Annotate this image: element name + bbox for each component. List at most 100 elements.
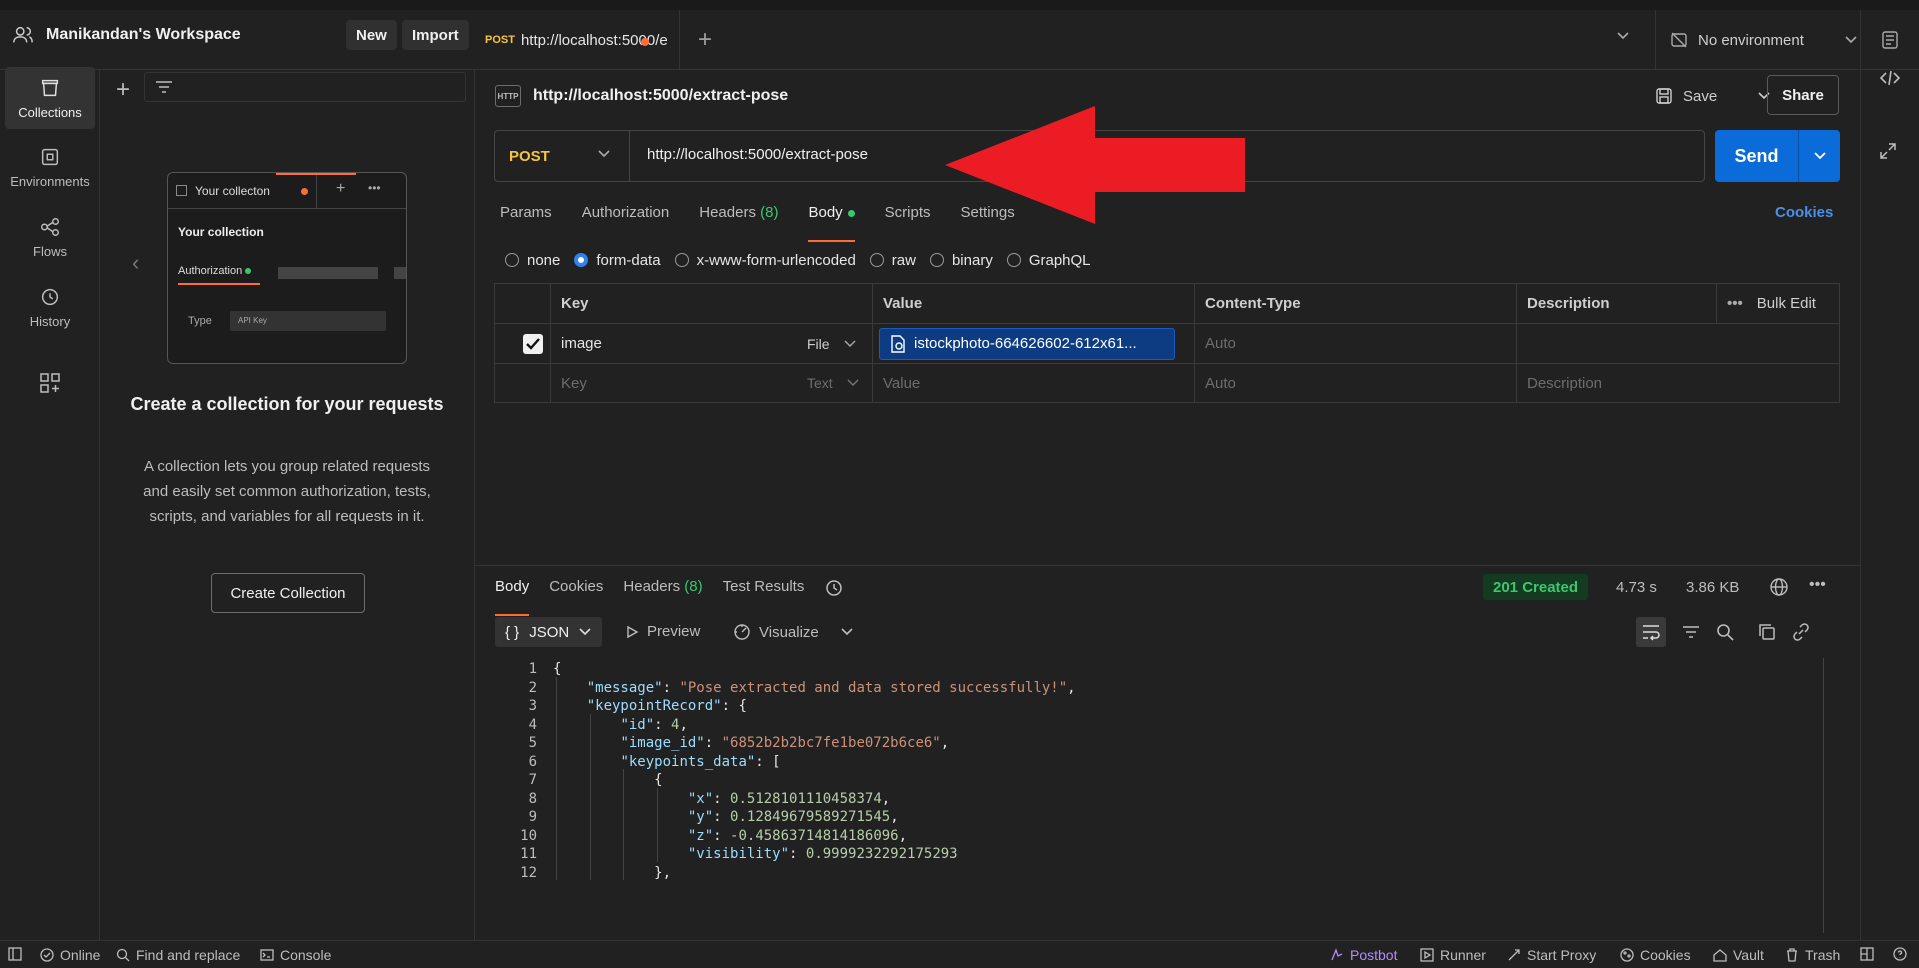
toggle-sidebar-icon[interactable] — [8, 947, 22, 961]
tab-body[interactable]: Body — [808, 204, 855, 242]
file-chip[interactable]: istockphoto-664626602-612x61... — [879, 327, 1175, 360]
radio-label: GraphQL — [1028, 251, 1091, 269]
response-format-select[interactable]: { } JSON — [495, 617, 602, 647]
trash-button[interactable]: Trash — [1785, 947, 1840, 963]
console-button[interactable]: Console — [260, 947, 331, 963]
illustration-tab-label: Your collecton — [195, 184, 270, 198]
radio-form-data[interactable]: form-data — [574, 252, 661, 269]
response-size[interactable]: 3.86 KB — [1686, 579, 1739, 596]
cookies-button[interactable]: Cookies — [1620, 947, 1691, 963]
new-tab-plus-icon[interactable]: + — [698, 26, 712, 54]
globe-icon[interactable] — [1769, 577, 1789, 602]
save-button[interactable]: Save — [1655, 80, 1771, 112]
chevron-left-icon[interactable]: ‹ — [132, 250, 139, 276]
radio-urlencoded[interactable]: x-www-form-urlencoded — [674, 252, 856, 269]
new-type-select[interactable]: Text — [797, 364, 873, 402]
tab-scripts[interactable]: Scripts — [885, 204, 931, 234]
help-icon[interactable] — [1893, 947, 1907, 961]
collection-search-input[interactable] — [144, 72, 466, 102]
configure-sidebar-icon[interactable] — [39, 372, 61, 399]
cookie-icon — [1620, 948, 1634, 962]
response-tab-cookies[interactable]: Cookies — [549, 578, 603, 608]
new-description-input[interactable]: Description — [1517, 364, 1839, 402]
code-punct: , — [898, 827, 908, 844]
radio-graphql[interactable]: GraphQL — [1006, 251, 1091, 269]
vault-button[interactable]: Vault — [1713, 947, 1764, 963]
online-status[interactable]: Online — [40, 947, 100, 963]
radio-binary[interactable]: binary — [929, 252, 993, 269]
link-icon[interactable] — [1786, 617, 1816, 647]
code-scrollbar[interactable] — [1823, 658, 1824, 933]
response-tab-body[interactable]: Body — [495, 578, 530, 616]
create-collection-button[interactable]: Create Collection — [211, 573, 365, 613]
search-icon[interactable] — [1710, 617, 1740, 647]
url-input[interactable]: http://localhost:5000/extract-pose — [647, 146, 868, 163]
row-checkbox[interactable] — [523, 333, 543, 354]
tab-params[interactable]: Params — [500, 204, 552, 234]
response-time[interactable]: 4.73 s — [1616, 579, 1657, 596]
send-button[interactable]: Send — [1715, 130, 1798, 182]
table-row: image File istockphoto-664626602-612x61.… — [495, 324, 1839, 364]
new-key-input[interactable]: Key — [551, 364, 797, 402]
sidebar-item-flows[interactable]: Flows — [5, 206, 95, 268]
tab-settings[interactable]: Settings — [961, 204, 1015, 234]
row-content-type[interactable]: Auto — [1195, 324, 1517, 363]
start-proxy-button[interactable]: Start Proxy — [1507, 947, 1596, 963]
row-type-select[interactable]: File — [797, 324, 873, 363]
json-key: "image_id" — [620, 735, 705, 752]
request-editor: HTTP http://localhost:5000/extract-pose … — [475, 70, 1860, 565]
new-content-type[interactable]: Auto — [1195, 364, 1517, 402]
no-environment-icon — [1671, 32, 1687, 48]
tab-headers[interactable]: Headers (8) — [699, 204, 778, 234]
sidebar-item-collections[interactable]: Collections — [5, 67, 95, 129]
layout-icon[interactable] — [1860, 947, 1874, 961]
copy-icon[interactable] — [1752, 617, 1782, 647]
request-title[interactable]: http://localhost:5000/extract-pose — [533, 87, 788, 105]
radio-circle — [674, 253, 689, 267]
find-and-replace[interactable]: Find and replace — [116, 947, 240, 963]
json-value: "6852b2b2bc7fe1be072b6ce6" — [721, 735, 941, 752]
more-options-icon[interactable]: ••• — [1809, 576, 1826, 594]
new-value-input[interactable]: Value — [873, 364, 1195, 402]
add-collection-plus-icon[interactable]: + — [116, 76, 130, 104]
share-button[interactable]: Share — [1767, 75, 1839, 115]
tab-authorization[interactable]: Authorization — [582, 204, 670, 234]
response-history-icon[interactable] — [824, 578, 844, 608]
status-badge[interactable]: 201 Created — [1483, 574, 1589, 600]
chevron-down-icon[interactable] — [841, 628, 853, 636]
workspace-switcher[interactable]: Manikandan's Workspace — [12, 22, 241, 48]
code-snippet-icon[interactable] — [1879, 69, 1901, 92]
new-button[interactable]: New — [346, 20, 397, 50]
preview-button[interactable]: Preview — [625, 623, 700, 640]
runner-button[interactable]: Runner — [1420, 947, 1486, 963]
placeholder-bar — [278, 267, 378, 279]
radio-raw[interactable]: raw — [869, 252, 916, 269]
tab-body-label: Body — [808, 204, 843, 221]
collection-icon — [176, 185, 187, 196]
filter-icon[interactable] — [1676, 617, 1706, 647]
environment-quick-look-icon[interactable] — [1860, 10, 1919, 70]
import-button[interactable]: Import — [402, 20, 469, 50]
sidebar-item-history[interactable]: History — [5, 276, 95, 338]
sidebar-item-environments[interactable]: Environments — [5, 136, 95, 198]
tabs-dropdown-chevron-icon[interactable] — [1616, 28, 1630, 46]
row-description[interactable] — [1517, 324, 1839, 363]
wrap-lines-icon[interactable] — [1636, 617, 1666, 647]
line-number: 10 — [520, 827, 537, 844]
environment-selector[interactable]: No environment — [1655, 10, 1860, 70]
row-key-input[interactable]: image — [551, 324, 797, 363]
response-tab-tests[interactable]: Test Results — [723, 578, 805, 608]
visualize-button[interactable]: Visualize — [733, 623, 853, 641]
response-code-viewer[interactable]: 1 {2 "message": "Pose extracted and data s… — [495, 658, 1820, 933]
postbot-button[interactable]: Postbot — [1330, 947, 1397, 963]
cookies-link[interactable]: Cookies — [1775, 204, 1833, 221]
request-tab[interactable]: POST http://localhost:5000/e — [475, 10, 680, 70]
collapse-icon[interactable] — [1879, 142, 1897, 165]
illustration-heading: Your collection — [178, 225, 264, 239]
radio-none[interactable]: none — [505, 252, 560, 269]
response-pane: Body Cookies Headers (8) Test Results 20… — [475, 565, 1860, 940]
method-select[interactable]: POST — [495, 131, 630, 181]
bulk-edit-button[interactable]: ••• Bulk Edit — [1717, 284, 1839, 323]
send-dropdown-chevron-icon[interactable] — [1799, 130, 1840, 182]
response-tab-headers[interactable]: Headers (8) — [623, 578, 702, 608]
